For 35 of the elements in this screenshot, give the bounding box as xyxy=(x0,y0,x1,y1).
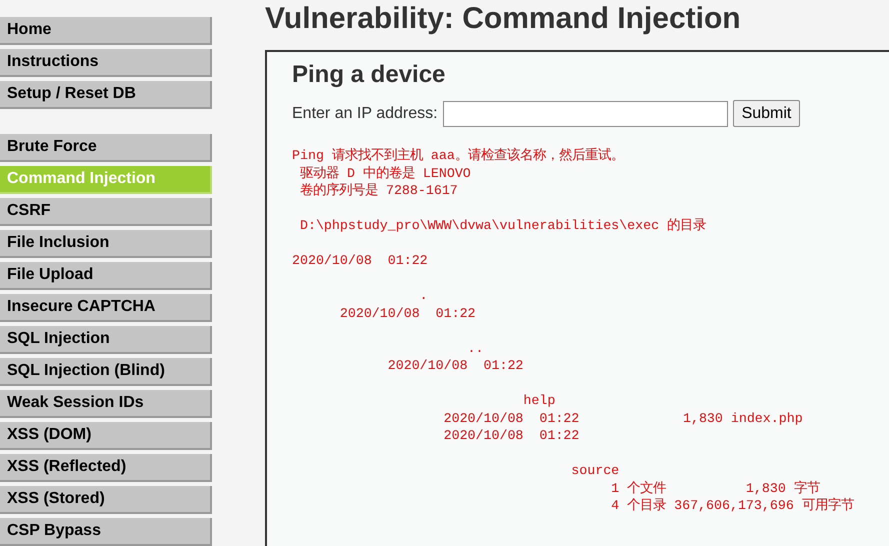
ip-input-field[interactable] xyxy=(442,100,728,126)
ip-label: Enter an IP address: xyxy=(292,104,438,124)
sidebar-item[interactable]: Instructions xyxy=(0,49,212,77)
sidebar-item[interactable]: XSS (Reflected) xyxy=(0,454,212,482)
page-title: Vulnerability: Command Injection xyxy=(265,1,742,37)
section-title: Ping a device xyxy=(292,60,446,90)
submit-button[interactable]: Submit xyxy=(732,100,800,127)
sidebar-item[interactable]: File Inclusion xyxy=(0,230,212,258)
output-line: 4 个目录 367,606,173,696 可用字节 xyxy=(610,497,854,514)
output-line: 2020/10/08 01:22 1,830 index.php xyxy=(442,410,803,427)
sidebar-item[interactable]: Home xyxy=(0,17,212,45)
output-line: 卷的序列号是 7288-1617 xyxy=(298,182,458,200)
output-line: source xyxy=(570,462,620,480)
sidebar-item[interactable]: Setup / Reset DB xyxy=(0,81,212,109)
sidebar-item[interactable]: Brute Force xyxy=(0,134,212,162)
output-line: 1 个文件 1,830 字节 xyxy=(610,480,820,497)
sidebar-item[interactable]: XSS (DOM) xyxy=(0,422,212,450)
output-line: help xyxy=(522,392,556,410)
sidebar-item[interactable]: Weak Session IDs xyxy=(0,390,212,418)
sidebar-item[interactable]: SQL Injection (Blind) xyxy=(0,358,212,386)
output-line: Ping 请求找不到主机 aaa。请检查该名称，然后重试。 xyxy=(292,147,624,164)
sidebar-item[interactable]: XSS (Stored) xyxy=(0,486,212,514)
output-line: 2020/10/08 01:22 xyxy=(442,427,580,444)
output-line: D:\phpstudy_pro\WWW\dvwa\vulnerabilities\exec 的目录 xyxy=(298,217,706,234)
output-line: .. xyxy=(466,340,484,357)
output-line: 驱动器 D 中的卷是 LENOVO xyxy=(298,164,471,182)
sidebar-item[interactable]: CSRF xyxy=(0,198,212,226)
output-line: 2020/10/08 01:22 xyxy=(292,252,428,270)
output-line: 2020/10/08 01:22 xyxy=(386,357,524,374)
sidebar-item[interactable]: SQL Injection xyxy=(0,326,212,354)
sidebar-item[interactable]: File Upload xyxy=(0,262,212,290)
output-line: 2020/10/08 01:22 xyxy=(338,304,476,322)
sidebar-item[interactable]: Insecure CAPTCHA xyxy=(0,294,212,322)
sidebar-item[interactable]: CSP Bypass xyxy=(0,518,212,546)
output-line: . xyxy=(418,287,428,304)
